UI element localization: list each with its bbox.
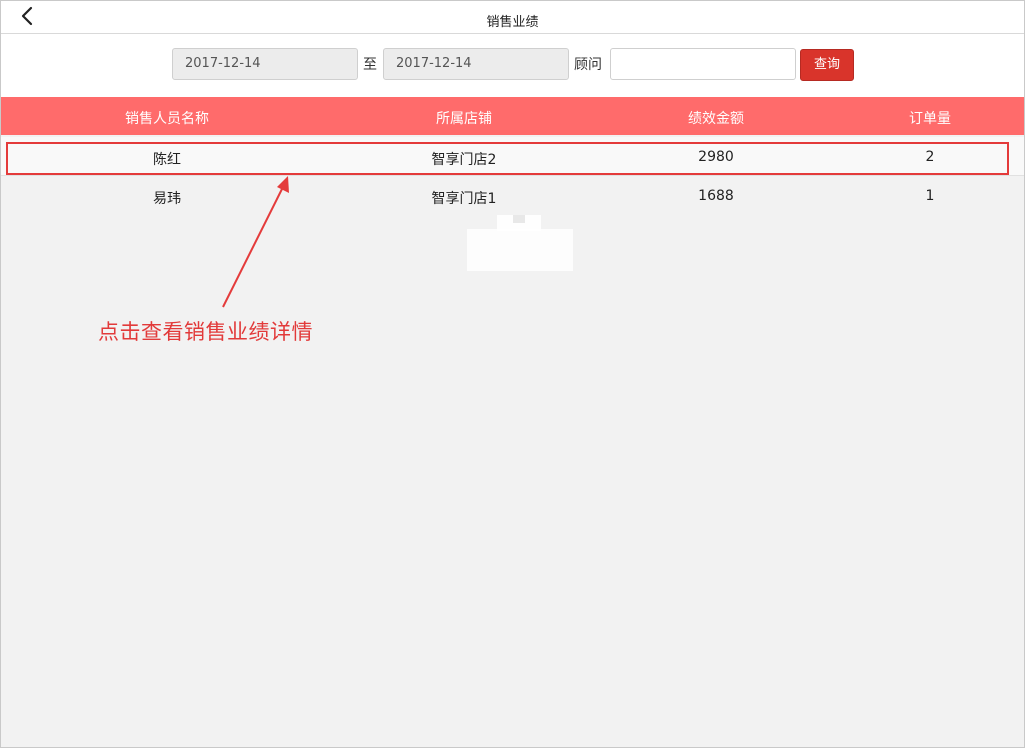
column-header-orders: 订单量 [909,111,951,127]
annotation-note: 点击查看销售业绩详情 [98,320,313,344]
table-header: 销售人员名称 所属店铺 绩效金额 订单量 [1,97,1024,135]
store-name: 智享门店2 [431,152,497,168]
query-button[interactable]: 查询 [800,49,854,81]
start-date-input[interactable]: 2017-12-14 [172,48,358,80]
blurred-region [467,215,573,271]
order-count: 2 [925,149,935,165]
performance-amount: 1688 [698,188,734,204]
order-count: 1 [925,188,935,204]
filter-bar: 2017-12-14 至 2017-12-14 顾问 查询 [1,34,1024,97]
page-title: 销售业绩 [486,15,539,30]
sales-performance-page: 销售业绩 2017-12-14 至 2017-12-14 顾问 查询 销售人员名… [0,0,1025,748]
column-header-salesperson: 销售人员名称 [125,111,209,127]
performance-amount: 2980 [698,149,734,165]
nav-bar: 销售业绩 [1,1,1024,34]
table-row[interactable]: 易玮 智享门店1 1688 1 [1,176,1024,214]
table-row[interactable]: 陈红 智享门店2 2980 2 [1,137,1024,176]
date-range-separator: 至 [363,57,377,73]
advisor-input[interactable] [610,48,796,80]
salesperson-name: 陈红 [153,152,181,168]
column-header-amount: 绩效金额 [688,111,744,127]
salesperson-name: 易玮 [153,191,181,207]
store-name: 智享门店1 [431,191,497,207]
advisor-label: 顾问 [574,57,602,73]
column-header-store: 所属店铺 [436,111,492,127]
end-date-input[interactable]: 2017-12-14 [383,48,569,80]
